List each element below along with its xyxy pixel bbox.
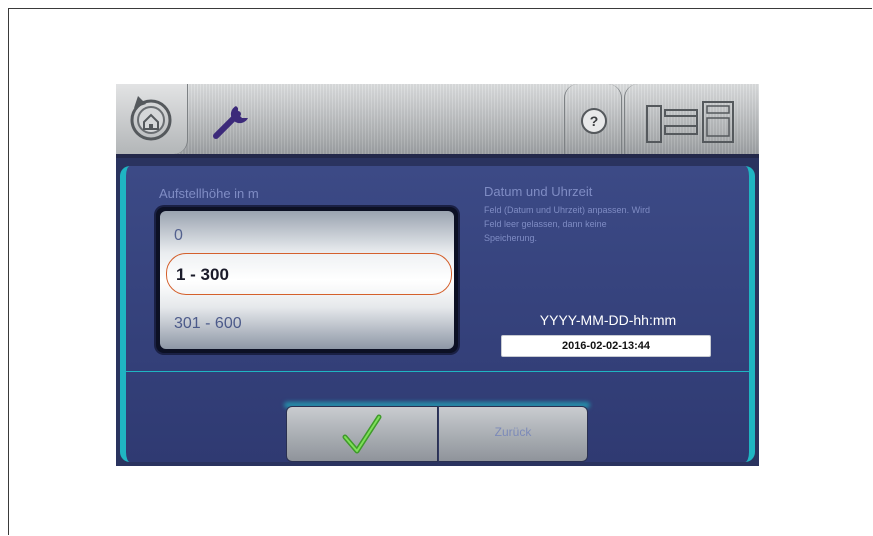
- datetime-format-label: YYYY-MM-DD-hh:mm: [539, 312, 677, 328]
- home-back-icon: [130, 96, 172, 141]
- altitude-title: Aufstellhöhe in m: [159, 186, 259, 201]
- help-button[interactable]: ?: [564, 84, 622, 154]
- svg-text:?: ?: [590, 113, 599, 129]
- altitude-option-2[interactable]: 301 - 600: [174, 315, 242, 333]
- confirm-button[interactable]: [286, 406, 438, 462]
- device-screen: ? Aufstellhöhe in m 0 1 - 300 301 - 600: [116, 84, 759, 466]
- altitude-picker-wheel: 0 1 - 300 301 - 600: [160, 211, 454, 349]
- top-toolbar: ?: [116, 84, 759, 158]
- help-icon: ?: [581, 108, 607, 134]
- back-button[interactable]: Zurück: [438, 406, 588, 462]
- datetime-hint-line-2: Feld leer gelassen, dann keine: [484, 219, 607, 229]
- datetime-input[interactable]: 2016-02-02-13:44: [501, 335, 711, 357]
- machine-layout-icon: [646, 101, 734, 143]
- datetime-title: Datum und Uhrzeit: [484, 184, 593, 199]
- settings-wrench-button[interactable]: [208, 98, 258, 144]
- checkmark-icon: [342, 414, 382, 454]
- datetime-hint-line-1: Feld (Datum und Uhrzeit) anpassen. Wird: [484, 205, 651, 215]
- altitude-option-selected[interactable]: 1 - 300: [176, 265, 229, 285]
- wrench-icon: [213, 106, 248, 139]
- altitude-picker[interactable]: 0 1 - 300 301 - 600: [156, 207, 458, 353]
- altitude-option-0[interactable]: 0: [174, 227, 183, 245]
- datetime-hint-line-3: Speicherung.: [484, 233, 538, 243]
- home-back-button[interactable]: [116, 84, 188, 154]
- panel-divider: [126, 371, 749, 372]
- back-button-label: Zurück: [494, 425, 532, 439]
- machine-layout-button[interactable]: [624, 84, 759, 154]
